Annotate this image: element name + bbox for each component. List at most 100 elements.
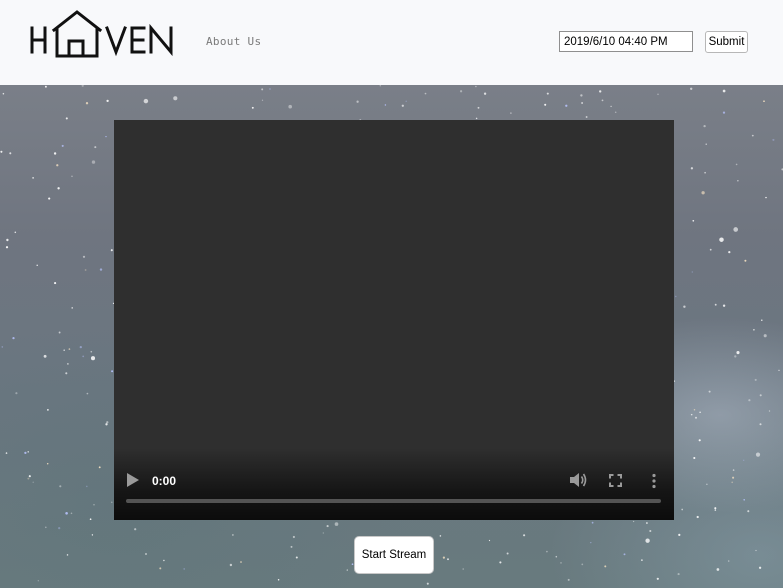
more-options-icon[interactable]: [650, 473, 658, 489]
star: [732, 469, 735, 471]
star: [772, 138, 775, 141]
star: [736, 351, 740, 355]
star: [5, 246, 9, 249]
submit-button[interactable]: Submit: [705, 31, 748, 53]
star: [475, 117, 478, 120]
star: [71, 307, 73, 309]
star: [90, 356, 96, 361]
star: [701, 191, 705, 195]
star: [475, 85, 477, 88]
star: [91, 160, 96, 164]
star: [727, 560, 730, 562]
star: [45, 526, 47, 529]
star: [426, 582, 429, 585]
star: [714, 509, 717, 511]
star: [753, 328, 755, 331]
star: [99, 268, 103, 271]
star: [163, 559, 165, 562]
star: [79, 345, 82, 349]
star: [581, 102, 584, 104]
star: [743, 499, 745, 501]
start-stream-button[interactable]: Start Stream: [354, 536, 434, 574]
star: [1, 346, 4, 348]
star: [90, 350, 93, 353]
star: [290, 545, 293, 548]
volume-icon-svg: [570, 473, 587, 487]
star: [743, 459, 745, 461]
star: [105, 423, 108, 426]
star: [439, 535, 442, 537]
navbar: About Us Submit: [0, 0, 783, 85]
datetime-input[interactable]: [559, 31, 693, 52]
star: [567, 578, 570, 581]
star: [261, 99, 264, 101]
progress-bar[interactable]: [126, 499, 661, 503]
star: [356, 100, 359, 103]
star: [555, 555, 558, 558]
star: [759, 423, 762, 426]
star: [232, 534, 234, 536]
star: [86, 485, 88, 488]
star: [506, 552, 509, 555]
star: [737, 180, 739, 182]
star: [590, 541, 592, 544]
star: [111, 370, 114, 373]
current-time: 0:00: [152, 474, 177, 488]
star: [693, 409, 696, 411]
star: [698, 439, 701, 442]
fullscreen-icon[interactable]: [609, 474, 622, 487]
star: [295, 556, 298, 559]
star: [89, 518, 92, 521]
star: [61, 144, 64, 147]
star: [46, 463, 49, 465]
star: [81, 85, 84, 87]
star: [261, 88, 264, 91]
star: [722, 89, 726, 93]
star: [173, 96, 178, 101]
star: [591, 521, 594, 524]
star: [2, 92, 5, 95]
star: [5, 452, 8, 454]
star: [523, 534, 526, 537]
star: [65, 117, 68, 120]
star: [56, 164, 59, 167]
star: [93, 504, 95, 506]
star: [709, 248, 712, 251]
star: [699, 411, 701, 414]
star: [499, 561, 502, 564]
star: [111, 501, 113, 503]
star: [85, 102, 89, 105]
star: [269, 88, 271, 90]
star: [27, 477, 30, 480]
star: [581, 563, 584, 566]
play-icon[interactable]: [126, 472, 140, 488]
haven-logo[interactable]: [29, 8, 179, 60]
star: [67, 363, 69, 365]
star: [585, 116, 588, 118]
star: [401, 104, 404, 107]
star: [106, 99, 109, 103]
star: [696, 515, 699, 519]
about-us-link[interactable]: About Us: [206, 35, 261, 48]
star: [765, 196, 767, 199]
volume-icon[interactable]: [569, 472, 587, 488]
star: [134, 528, 137, 531]
star: [322, 532, 324, 534]
star: [251, 106, 254, 109]
star: [27, 451, 29, 453]
star: [546, 92, 549, 95]
star: [82, 255, 86, 258]
star: [546, 550, 548, 553]
star: [681, 508, 684, 511]
star: [694, 416, 698, 419]
star: [63, 349, 65, 351]
star: [462, 568, 464, 570]
video-player[interactable]: 0:00: [114, 120, 674, 520]
star: [43, 354, 47, 358]
star: [641, 559, 643, 561]
star: [459, 90, 463, 93]
star: [98, 466, 101, 469]
more-options-icon-svg: [652, 473, 656, 489]
star: [71, 175, 73, 178]
star: [645, 522, 648, 524]
